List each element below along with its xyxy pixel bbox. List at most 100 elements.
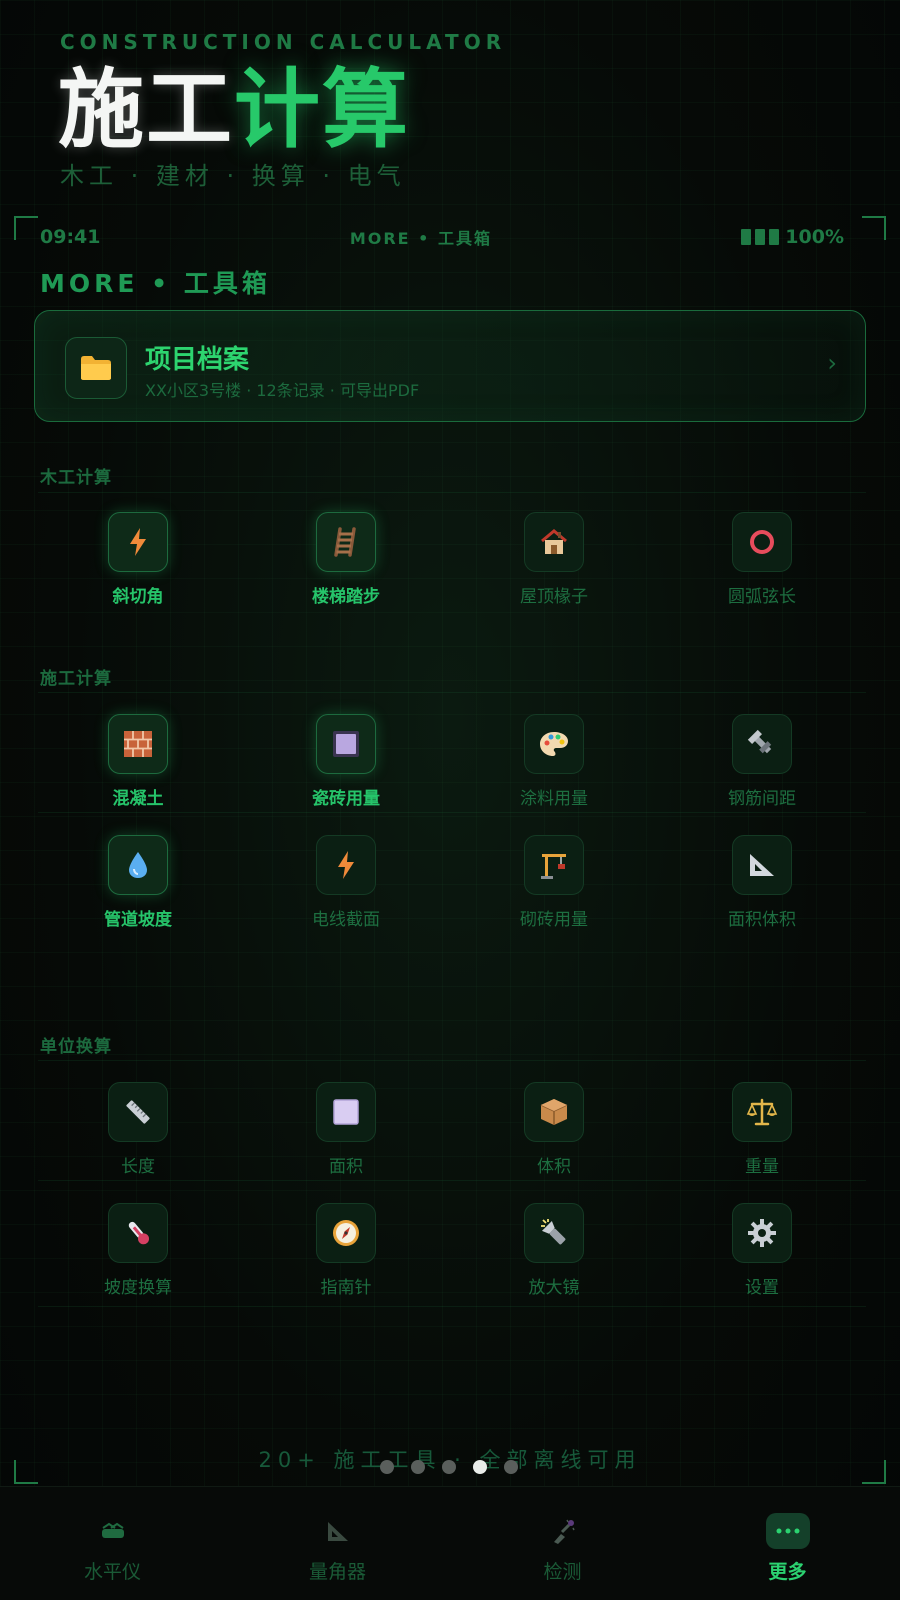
section-title: MORE • 工具箱 [40, 269, 271, 298]
group-title-carpentry: 木工计算 [40, 468, 112, 488]
hero-tags: 木工 · 建材 · 换算 · 电气 [60, 162, 406, 190]
page-dot[interactable] [411, 1460, 425, 1474]
tool-units-2[interactable]: 体积 [450, 1082, 658, 1182]
tool-label: 面积体积 [728, 910, 796, 930]
app-screen: CONSTRUCTION CALCULATOR 施工计算 木工 · 建材 · 换… [0, 0, 900, 1600]
group-title-units: 单位换算 [40, 1037, 112, 1057]
signal-bars-icon [741, 229, 780, 245]
tool-label: 屋顶椽子 [520, 587, 588, 607]
palette-icon [524, 714, 584, 774]
detector-icon [541, 1513, 585, 1549]
page-dot[interactable] [473, 1460, 487, 1474]
tool-label: 涂料用量 [520, 789, 588, 809]
flashlight-icon [524, 1203, 584, 1263]
nav-label: 量角器 [308, 1561, 366, 1583]
tool-construction-6[interactable]: 砌砖用量 [450, 835, 658, 935]
tool-construction-0[interactable]: 混凝土 [34, 714, 242, 814]
status-time: 09:41 [40, 226, 101, 248]
nav-label: 检测 [543, 1561, 582, 1583]
tool-units-1[interactable]: 面积 [242, 1082, 450, 1182]
hero-title-green: 计算 [234, 60, 410, 160]
square-icon [316, 1082, 376, 1142]
page-dot[interactable] [380, 1460, 394, 1474]
tool-label: 楼梯踏步 [312, 587, 380, 607]
project-title: 项目档案 [145, 345, 250, 375]
hero-title: 施工计算 [58, 60, 410, 160]
divider [38, 1306, 866, 1307]
brick-icon [108, 714, 168, 774]
tool-carpentry-0[interactable]: 斜切角 [34, 512, 242, 612]
tool-construction-7[interactable]: 面积体积 [658, 835, 866, 935]
thermometer-icon [108, 1203, 168, 1263]
page-indicator[interactable] [380, 1460, 518, 1474]
frame-corner-top-right [862, 216, 886, 240]
level-icon [91, 1513, 135, 1549]
status-bar: 09:41 MORE • 工具箱 100% [40, 224, 844, 250]
nav-label: 水平仪 [83, 1561, 141, 1583]
tool-construction-4[interactable]: 管道坡度 [34, 835, 242, 935]
tool-units-6[interactable]: 放大镜 [450, 1203, 658, 1303]
tool-label: 指南针 [320, 1278, 372, 1298]
tool-carpentry-1[interactable]: 楼梯踏步 [242, 512, 450, 612]
tool-label: 坡度换算 [104, 1278, 172, 1298]
ruler-icon [108, 1082, 168, 1142]
lightning-icon [108, 512, 168, 572]
tool-carpentry-2[interactable]: 屋顶椽子 [450, 512, 658, 612]
tool-label: 斜切角 [112, 587, 164, 607]
box-icon [524, 1082, 584, 1142]
chevron-right-icon: › [827, 349, 837, 377]
tool-label: 瓷砖用量 [312, 789, 380, 809]
lightning-icon [316, 835, 376, 895]
project-subtitle: XX小区3号楼 · 12条记录 · 可导出PDF [145, 381, 420, 400]
hero-title-white: 施工 [58, 60, 234, 160]
nav-label: 更多 [768, 1561, 807, 1583]
bolt-icon [732, 714, 792, 774]
hero-subtitle-en: CONSTRUCTION CALCULATOR [60, 30, 507, 54]
crane-icon [524, 835, 584, 895]
tool-construction-1[interactable]: 瓷砖用量 [242, 714, 450, 814]
status-center: MORE • 工具箱 [349, 229, 492, 248]
tool-units-3[interactable]: 重量 [658, 1082, 866, 1182]
tool-label: 电线截面 [312, 910, 380, 930]
tool-label: 圆弧弦长 [728, 587, 796, 607]
ring-icon [732, 512, 792, 572]
tool-units-7[interactable]: 设置 [658, 1203, 866, 1303]
nav-item-0[interactable]: 水平仪 [0, 1487, 225, 1600]
tool-construction-5[interactable]: 电线截面 [242, 835, 450, 935]
ladder-icon [316, 512, 376, 572]
tool-label: 重量 [745, 1157, 779, 1177]
page-dot[interactable] [504, 1460, 518, 1474]
bottom-navigation: 水平仪 量角器 检测 更多 [0, 1486, 900, 1600]
tool-label: 钢筋间距 [728, 789, 796, 809]
tool-carpentry-3[interactable]: 圆弧弦长 [658, 512, 866, 612]
gear-icon [732, 1203, 792, 1263]
group-title-construction: 施工计算 [40, 669, 112, 689]
house-icon [524, 512, 584, 572]
tool-label: 混凝土 [112, 789, 164, 809]
nav-item-2[interactable]: 检测 [450, 1487, 675, 1600]
droplet-icon [108, 835, 168, 895]
tool-construction-3[interactable]: 钢筋间距 [658, 714, 866, 814]
more-dots-icon [765, 1513, 810, 1549]
battery-percent: 100% [785, 226, 844, 248]
nav-item-1[interactable]: 量角器 [225, 1487, 450, 1600]
triangle-ruler-icon [732, 835, 792, 895]
nav-item-3[interactable]: 更多 [675, 1487, 900, 1600]
tool-construction-2[interactable]: 涂料用量 [450, 714, 658, 814]
scale-icon [732, 1082, 792, 1142]
project-archive-card[interactable]: 项目档案 XX小区3号楼 · 12条记录 · 可导出PDF › [34, 310, 866, 422]
status-battery: 100% [741, 226, 844, 248]
divider [38, 492, 866, 493]
tool-units-0[interactable]: 长度 [34, 1082, 242, 1182]
folder-icon [65, 337, 127, 399]
tool-label: 长度 [121, 1157, 155, 1177]
tool-label: 砌砖用量 [520, 910, 588, 930]
tool-units-5[interactable]: 指南针 [242, 1203, 450, 1303]
page-dot[interactable] [442, 1460, 456, 1474]
protractor-icon [316, 1513, 360, 1549]
divider [38, 692, 866, 693]
tool-units-4[interactable]: 坡度换算 [34, 1203, 242, 1303]
compass-icon [316, 1203, 376, 1263]
frame-corner-top-left [14, 216, 38, 240]
tool-label: 放大镜 [528, 1278, 580, 1298]
